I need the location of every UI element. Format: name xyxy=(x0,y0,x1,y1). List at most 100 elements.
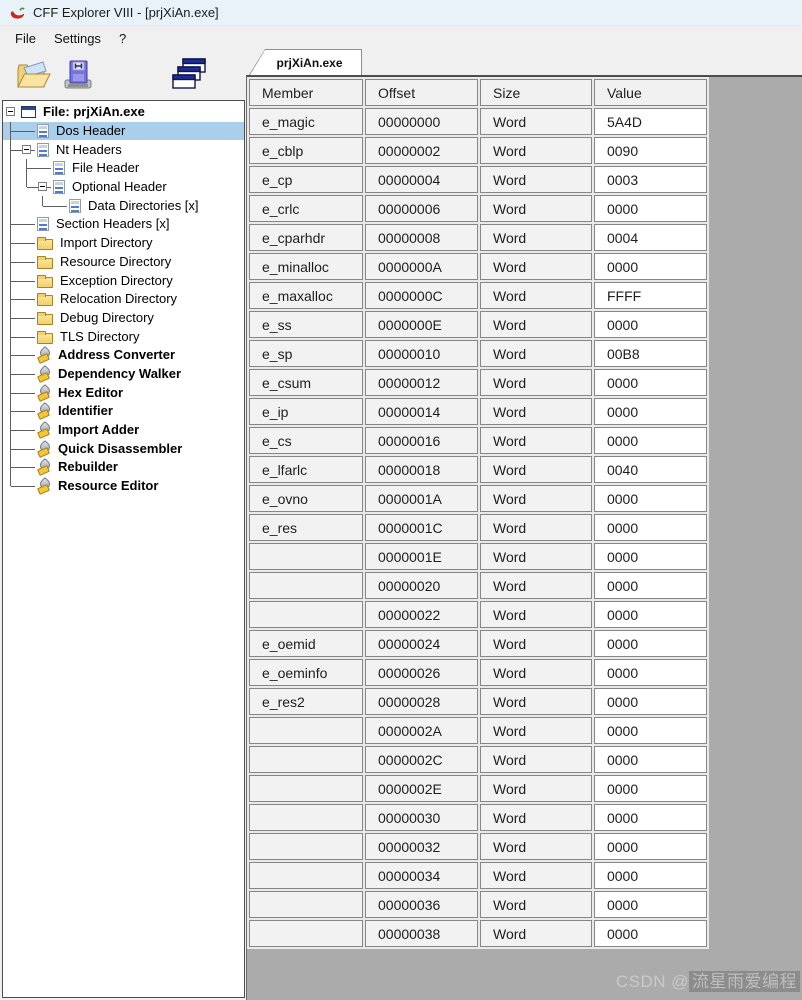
tree-item-import-directory[interactable]: Import Directory xyxy=(3,234,244,253)
cell-value[interactable]: 0000 xyxy=(594,427,707,454)
cell-offset[interactable]: 00000020 xyxy=(365,572,478,599)
tree-item-data-directories-x[interactable]: Data Directories [x] xyxy=(3,196,244,215)
tree-item-relocation-directory[interactable]: Relocation Directory xyxy=(3,290,244,309)
cell-offset[interactable]: 00000032 xyxy=(365,833,478,860)
tree-item-resource-editor[interactable]: Resource Editor xyxy=(3,477,244,496)
table-row[interactable]: e_cparhdr00000008Word0004 xyxy=(249,224,707,251)
table-row[interactable]: e_cp00000004Word0003 xyxy=(249,166,707,193)
cell-size[interactable]: Word xyxy=(480,311,592,338)
column-header-value[interactable]: Value xyxy=(594,79,707,106)
cell-member[interactable]: e_ovno xyxy=(249,485,363,512)
column-header-size[interactable]: Size xyxy=(480,79,592,106)
table-row[interactable]: e_ovno0000001AWord0000 xyxy=(249,485,707,512)
cell-value[interactable]: 0000 xyxy=(594,253,707,280)
cell-member[interactable] xyxy=(249,862,363,889)
table-row[interactable]: e_res200000028Word0000 xyxy=(249,688,707,715)
tree-item-rebuilder[interactable]: Rebuilder xyxy=(3,458,244,477)
tree-item-exception-directory[interactable]: Exception Directory xyxy=(3,271,244,290)
table-row[interactable]: e_crlc00000006Word0000 xyxy=(249,195,707,222)
cell-size[interactable]: Word xyxy=(480,862,592,889)
column-header-offset[interactable]: Offset xyxy=(365,79,478,106)
tree-item-resource-directory[interactable]: Resource Directory xyxy=(3,253,244,272)
cell-size[interactable]: Word xyxy=(480,833,592,860)
cell-size[interactable]: Word xyxy=(480,137,592,164)
cell-size[interactable]: Word xyxy=(480,630,592,657)
table-row[interactable]: 00000032Word0000 xyxy=(249,833,707,860)
tree-item-file-prjxian-exe[interactable]: File: prjXiAn.exe xyxy=(3,103,244,122)
cell-member[interactable]: e_oeminfo xyxy=(249,659,363,686)
tree-item-tls-directory[interactable]: TLS Directory xyxy=(3,327,244,346)
cell-member[interactable]: e_cp xyxy=(249,166,363,193)
cell-offset[interactable]: 00000018 xyxy=(365,456,478,483)
table-row[interactable]: e_cs00000016Word0000 xyxy=(249,427,707,454)
cell-member[interactable] xyxy=(249,717,363,744)
tree-item-dos-header[interactable]: Dos Header xyxy=(3,122,244,141)
cell-size[interactable]: Word xyxy=(480,166,592,193)
cell-size[interactable]: Word xyxy=(480,282,592,309)
cell-offset[interactable]: 0000000C xyxy=(365,282,478,309)
cell-size[interactable]: Word xyxy=(480,659,592,686)
cell-offset[interactable]: 00000026 xyxy=(365,659,478,686)
tree-item-optional-header[interactable]: Optional Header xyxy=(3,178,244,197)
cell-size[interactable]: Word xyxy=(480,427,592,454)
cell-offset[interactable]: 0000002E xyxy=(365,775,478,802)
table-row[interactable]: e_res0000001CWord0000 xyxy=(249,514,707,541)
cell-size[interactable]: Word xyxy=(480,572,592,599)
cell-offset[interactable]: 0000001A xyxy=(365,485,478,512)
cell-offset[interactable]: 0000001C xyxy=(365,514,478,541)
cell-offset[interactable]: 00000000 xyxy=(365,108,478,135)
cell-member[interactable]: e_res2 xyxy=(249,688,363,715)
save-file-button[interactable] xyxy=(56,55,100,95)
cell-value[interactable]: 0000 xyxy=(594,572,707,599)
cell-size[interactable]: Word xyxy=(480,775,592,802)
cell-value[interactable]: FFFF xyxy=(594,282,707,309)
cell-offset[interactable]: 00000036 xyxy=(365,891,478,918)
cell-value[interactable]: 0003 xyxy=(594,166,707,193)
cell-offset[interactable]: 00000014 xyxy=(365,398,478,425)
cell-value[interactable]: 0000 xyxy=(594,601,707,628)
cell-value[interactable]: 0000 xyxy=(594,311,707,338)
table-row[interactable]: e_cblp00000002Word0090 xyxy=(249,137,707,164)
cell-offset[interactable]: 00000012 xyxy=(365,369,478,396)
cell-member[interactable] xyxy=(249,891,363,918)
cell-offset[interactable]: 0000000E xyxy=(365,311,478,338)
menu-help[interactable]: ? xyxy=(110,28,135,49)
cell-size[interactable]: Word xyxy=(480,891,592,918)
cell-member[interactable]: e_minalloc xyxy=(249,253,363,280)
table-row[interactable]: e_ip00000014Word0000 xyxy=(249,398,707,425)
cell-size[interactable]: Word xyxy=(480,543,592,570)
cell-size[interactable]: Word xyxy=(480,717,592,744)
cell-value[interactable]: 0000 xyxy=(594,804,707,831)
cell-size[interactable]: Word xyxy=(480,253,592,280)
cell-member[interactable]: e_res xyxy=(249,514,363,541)
cell-value[interactable]: 0000 xyxy=(594,195,707,222)
table-row[interactable]: 00000020Word0000 xyxy=(249,572,707,599)
cell-value[interactable]: 0000 xyxy=(594,630,707,657)
cell-size[interactable]: Word xyxy=(480,224,592,251)
cell-value[interactable]: 0000 xyxy=(594,746,707,773)
tree-item-dependency-walker[interactable]: Dependency Walker xyxy=(3,365,244,384)
cell-size[interactable]: Word xyxy=(480,920,592,947)
tree-item-identifier[interactable]: Identifier xyxy=(3,402,244,421)
table-row[interactable]: 00000034Word0000 xyxy=(249,862,707,889)
cell-size[interactable]: Word xyxy=(480,804,592,831)
cell-member[interactable] xyxy=(249,833,363,860)
cell-offset[interactable]: 00000016 xyxy=(365,427,478,454)
cell-value[interactable]: 0000 xyxy=(594,543,707,570)
cell-value[interactable]: 0000 xyxy=(594,775,707,802)
cell-offset[interactable]: 00000024 xyxy=(365,630,478,657)
column-header-member[interactable]: Member xyxy=(249,79,363,106)
cell-member[interactable]: e_csum xyxy=(249,369,363,396)
cell-value[interactable]: 0000 xyxy=(594,398,707,425)
table-row[interactable]: 0000002EWord0000 xyxy=(249,775,707,802)
cell-value[interactable]: 00B8 xyxy=(594,340,707,367)
cell-member[interactable]: e_cs xyxy=(249,427,363,454)
tree-item-hex-editor[interactable]: Hex Editor xyxy=(3,383,244,402)
table-row[interactable]: 00000022Word0000 xyxy=(249,601,707,628)
cell-value[interactable]: 0000 xyxy=(594,891,707,918)
table-row[interactable]: e_magic00000000Word5A4D xyxy=(249,108,707,135)
cell-size[interactable]: Word xyxy=(480,398,592,425)
table-row[interactable]: 0000002CWord0000 xyxy=(249,746,707,773)
cell-size[interactable]: Word xyxy=(480,746,592,773)
cell-value[interactable]: 0000 xyxy=(594,920,707,947)
